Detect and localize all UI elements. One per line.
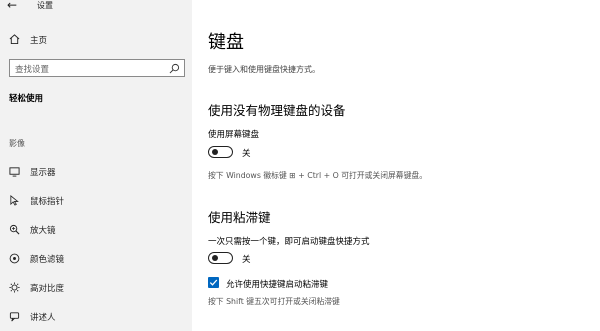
sticky-keys-shortcut-label: 允许使用快捷键启动粘滞键 [226, 280, 329, 290]
toggle-knob [212, 149, 218, 155]
back-arrow-icon[interactable]: ← [7, 0, 17, 11]
onscreen-keyboard-heading: 使用没有物理键盘的设备 [208, 103, 346, 118]
title-bar: ← 设置 [0, 0, 192, 14]
sidebar-item-display[interactable]: 显示器 [0, 162, 192, 182]
sticky-keys-toggle-label: 一次只需按一个键，即可启动键盘快捷方式 [208, 237, 370, 247]
search-icon [169, 63, 180, 74]
sidebar-item-label: 讲述人 [30, 313, 56, 323]
sidebar: ← 设置 主页 查找设置 轻松使用 影像 显示器 鼠标指针 放大镜 颜色滤镜 高… [0, 0, 192, 331]
magnifier-icon [9, 224, 20, 235]
search-placeholder: 查找设置 [15, 65, 50, 75]
onscreen-keyboard-toggle[interactable] [208, 146, 233, 158]
sidebar-item-label: 放大镜 [30, 226, 56, 236]
sidebar-item-mouse-pointer[interactable]: 鼠标指针 [0, 191, 192, 211]
page-title: 键盘 [208, 32, 244, 53]
home-nav-item[interactable]: 主页 [0, 30, 192, 50]
group-title: 影像 [9, 139, 25, 148]
sidebar-item-color-filter[interactable]: 颜色滤镜 [0, 249, 192, 269]
home-label: 主页 [30, 36, 48, 46]
color-filter-icon [9, 253, 20, 264]
section-title: 轻松使用 [9, 94, 44, 104]
checkmark-icon [209, 279, 218, 286]
sidebar-item-label: 高对比度 [30, 284, 65, 294]
toggle-knob [212, 255, 218, 261]
sticky-keys-toggle[interactable] [208, 252, 233, 264]
contrast-icon [9, 282, 20, 293]
page-description: 便于键入和使用键盘快捷方式。 [208, 65, 320, 74]
sidebar-item-label: 鼠标指针 [30, 197, 65, 207]
window-title: 设置 [37, 1, 53, 10]
mouse-pointer-icon [10, 195, 19, 206]
sticky-keys-shortcut-checkbox[interactable] [208, 277, 219, 288]
sticky-keys-toggle-state: 关 [242, 255, 251, 265]
home-icon [9, 34, 20, 45]
onscreen-keyboard-toggle-label: 使用屏幕键盘 [208, 130, 260, 140]
sidebar-item-contrast[interactable]: 高对比度 [0, 278, 192, 298]
sidebar-item-narrator[interactable]: 讲述人 [0, 307, 192, 327]
main-content: 键盘 便于键入和使用键盘快捷方式。 使用没有物理键盘的设备 使用屏幕键盘 关 按… [192, 0, 600, 331]
narrator-icon [9, 312, 20, 322]
onscreen-keyboard-hint: 按下 Windows 徽标键 ⊞ + Ctrl + O 可打开或关闭屏幕键盘。 [208, 171, 427, 180]
onscreen-keyboard-toggle-state: 关 [242, 149, 251, 159]
display-icon [9, 167, 20, 177]
sticky-keys-heading: 使用粘滞键 [208, 210, 271, 225]
search-input[interactable]: 查找设置 [9, 59, 185, 77]
sidebar-item-magnifier[interactable]: 放大镜 [0, 220, 192, 240]
sticky-keys-hint: 按下 Shift 键五次可打开或关闭粘滞键 [208, 297, 340, 306]
sidebar-item-label: 显示器 [30, 168, 56, 178]
sidebar-item-label: 颜色滤镜 [30, 255, 65, 265]
